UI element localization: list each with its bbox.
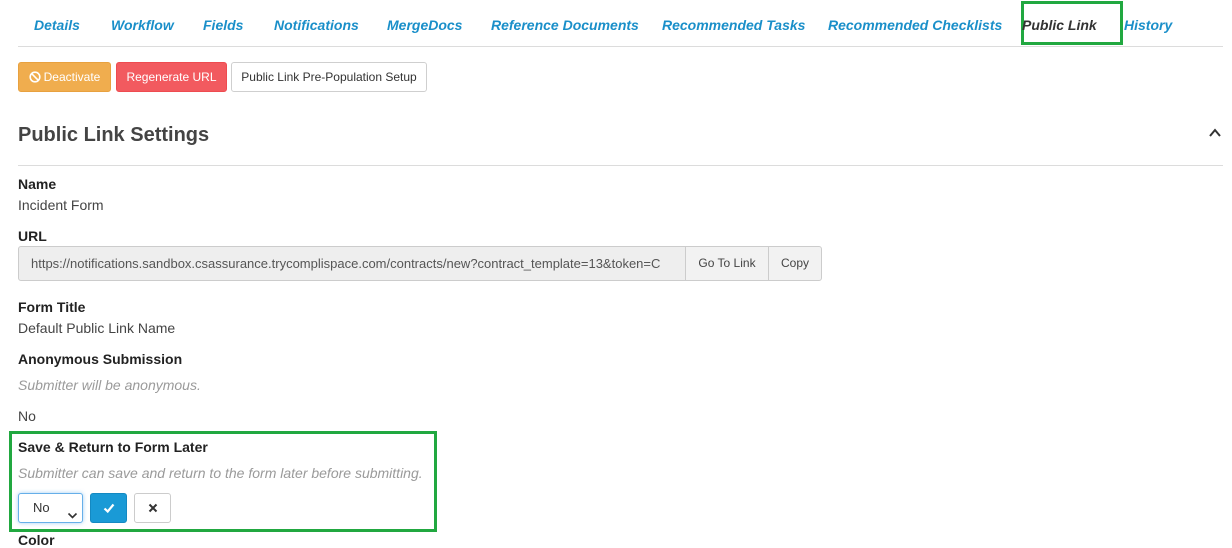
save-return-select[interactable]: No xyxy=(18,493,83,523)
section-title: Public Link Settings xyxy=(18,124,210,146)
pre-population-setup-button[interactable]: Public Link Pre-Population Setup xyxy=(231,62,427,92)
confirm-button[interactable] xyxy=(90,493,127,523)
section-divider xyxy=(18,165,1223,166)
url-field[interactable]: https://notifications.sandbox.csassuranc… xyxy=(18,246,686,281)
tab-recommended-checklists[interactable]: Recommended Checklists xyxy=(828,0,1002,46)
tab-notifications[interactable]: Notifications xyxy=(274,0,359,46)
color-label: Color xyxy=(18,532,55,548)
save-return-hint: Submitter can save and return to the for… xyxy=(18,465,423,481)
deactivate-label: Deactivate xyxy=(43,70,101,84)
tab-details[interactable]: Details xyxy=(34,0,80,46)
tab-fields[interactable]: Fields xyxy=(203,0,243,46)
tab-bar: Details Workflow Fields Notifications Me… xyxy=(18,0,1223,47)
regenerate-url-button[interactable]: Regenerate URL xyxy=(116,62,227,92)
chevron-up-icon[interactable] xyxy=(1208,126,1222,145)
tab-recommended-tasks[interactable]: Recommended Tasks xyxy=(662,0,805,46)
name-label: Name xyxy=(18,176,57,192)
anonymous-submission-value: No xyxy=(18,408,36,424)
tab-workflow[interactable]: Workflow xyxy=(111,0,174,46)
tab-reference-documents[interactable]: Reference Documents xyxy=(491,0,639,46)
cancel-button[interactable] xyxy=(134,493,171,523)
form-title-value: Default Public Link Name xyxy=(18,320,176,336)
anonymous-submission-hint: Submitter will be anonymous. xyxy=(18,377,201,393)
tab-public-link[interactable]: Public Link xyxy=(1022,0,1097,46)
save-return-label: Save & Return to Form Later xyxy=(18,439,208,455)
ban-icon xyxy=(29,65,41,93)
copy-button[interactable]: Copy xyxy=(768,246,822,281)
form-title-label: Form Title xyxy=(18,299,86,315)
name-value: Incident Form xyxy=(18,197,104,213)
url-label: URL xyxy=(18,228,47,244)
go-to-link-button[interactable]: Go To Link xyxy=(685,246,769,281)
tab-history[interactable]: History xyxy=(1124,0,1172,46)
tab-mergedocs[interactable]: MergeDocs xyxy=(387,0,462,46)
save-return-select-value: No xyxy=(33,500,50,515)
chevron-down-icon xyxy=(67,503,78,531)
deactivate-button[interactable]: Deactivate xyxy=(18,62,111,92)
anonymous-submission-label: Anonymous Submission xyxy=(18,351,183,367)
